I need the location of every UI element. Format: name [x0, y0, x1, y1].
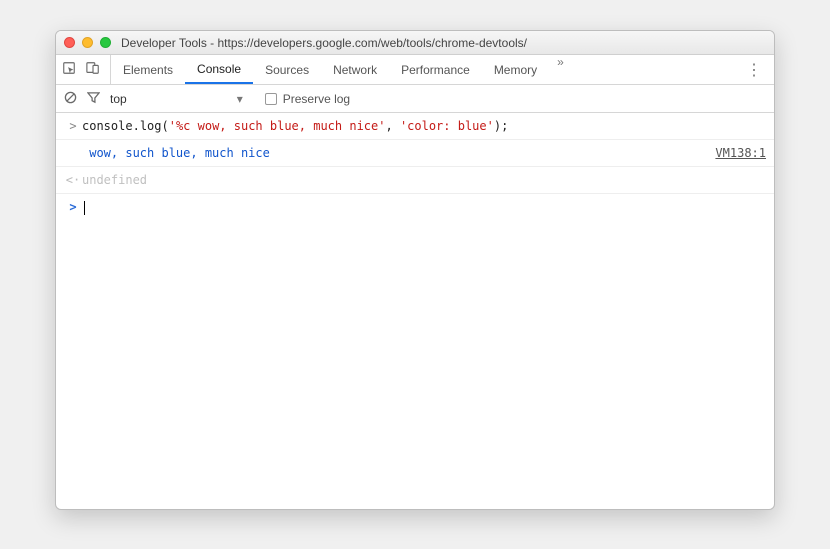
tab-elements[interactable]: Elements [111, 55, 185, 84]
prompt-indicator-icon: > [64, 198, 82, 216]
console-output-row: wow, such blue, much nice VM138:1 [56, 140, 774, 167]
console-input-code: console.log('%c wow, such blue, much nic… [82, 117, 766, 135]
console-return-value: undefined [82, 171, 766, 189]
close-window-button[interactable] [64, 37, 75, 48]
devtools-window: Developer Tools - https://developers.goo… [55, 30, 775, 510]
console-prompt-row[interactable]: > [56, 194, 774, 220]
input-indicator-icon: > [64, 117, 82, 135]
tab-performance[interactable]: Performance [389, 55, 482, 84]
text-cursor [84, 201, 85, 215]
console-prompt-input[interactable] [82, 198, 766, 216]
preserve-log-checkbox[interactable]: Preserve log [265, 92, 350, 106]
zoom-window-button[interactable] [100, 37, 111, 48]
console-input-row: > console.log('%c wow, such blue, much n… [56, 113, 774, 140]
filter-icon[interactable] [87, 91, 100, 107]
inspect-icon[interactable] [62, 61, 76, 78]
tab-sources[interactable]: Sources [253, 55, 321, 84]
context-selector[interactable]: top ▾ [110, 92, 243, 106]
tabbar: Elements Console Sources Network Perform… [56, 55, 774, 85]
context-label: top [110, 92, 127, 106]
console-toolbar: top ▾ Preserve log [56, 85, 774, 113]
titlebar: Developer Tools - https://developers.goo… [56, 31, 774, 55]
settings-menu-button[interactable]: ⋮ [746, 60, 762, 80]
tab-memory[interactable]: Memory [482, 55, 549, 84]
tabs-overflow-button[interactable]: » [549, 55, 572, 84]
preserve-log-label: Preserve log [283, 92, 350, 106]
chevron-down-icon: ▾ [237, 92, 243, 106]
clear-console-icon[interactable] [64, 91, 77, 107]
checkbox-box [265, 93, 277, 105]
tab-console[interactable]: Console [185, 55, 253, 84]
minimize-window-button[interactable] [82, 37, 93, 48]
console-return-row: <· undefined [56, 167, 774, 194]
console-body[interactable]: > console.log('%c wow, such blue, much n… [56, 113, 774, 509]
panel-tabs: Elements Console Sources Network Perform… [111, 55, 572, 84]
window-title: Developer Tools - https://developers.goo… [121, 36, 527, 50]
tab-network[interactable]: Network [321, 55, 389, 84]
device-toggle-icon[interactable] [86, 61, 100, 78]
return-indicator-icon: <· [64, 171, 82, 189]
message-source-link[interactable]: VM138:1 [707, 144, 766, 162]
console-output-text: wow, such blue, much nice [82, 144, 707, 162]
traffic-lights [64, 37, 111, 48]
